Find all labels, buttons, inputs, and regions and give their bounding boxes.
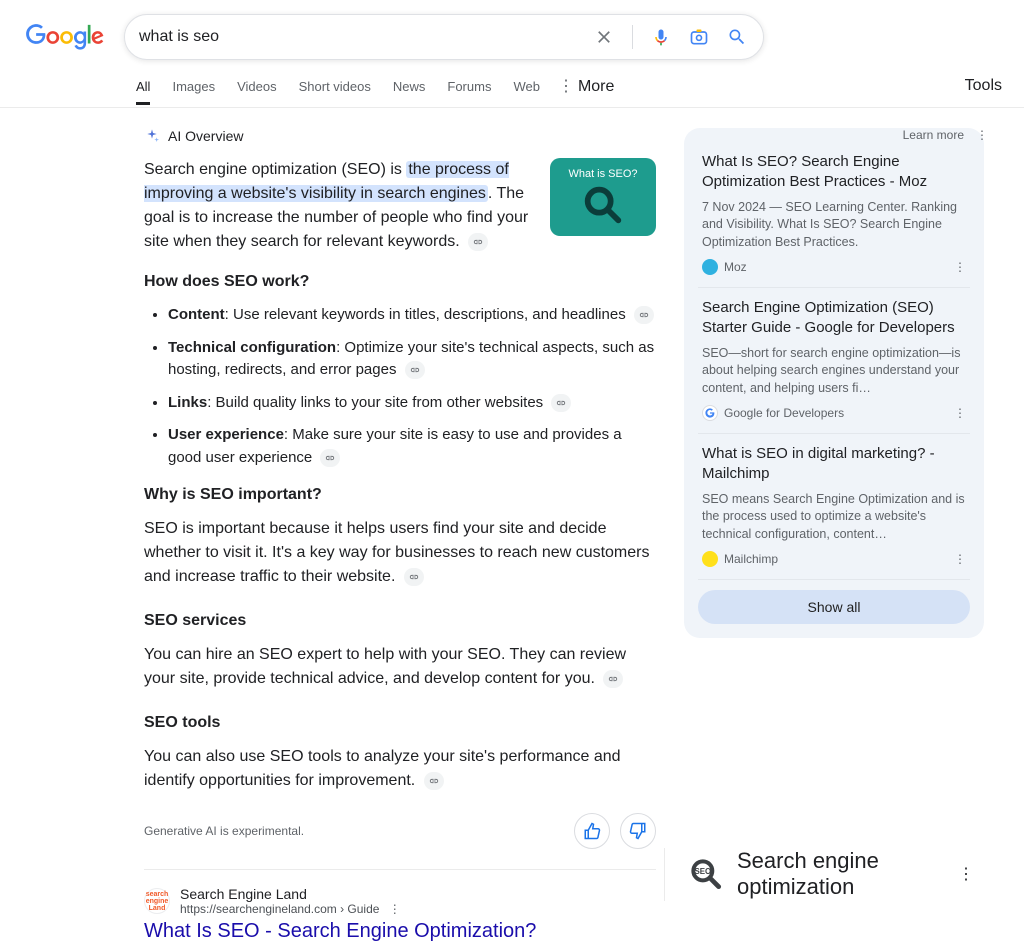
experimental-notice: Generative AI is experimental.: [144, 824, 304, 838]
ai-paragraph: You can also use SEO tools to analyze yo…: [144, 745, 656, 793]
search-icon[interactable]: [725, 25, 749, 49]
ai-overview-label: AI Overview: [168, 128, 243, 144]
citation-link-icon[interactable]: [468, 233, 488, 251]
citation-link-icon[interactable]: [424, 772, 444, 790]
result-site-name: Search Engine Land: [180, 886, 401, 902]
card-source: Google for Developers: [724, 406, 844, 420]
knowledge-panel-icon: SEO: [687, 855, 725, 893]
search-result[interactable]: searchengineLand Search Engine Land http…: [144, 886, 656, 916]
citation-link-icon[interactable]: [404, 568, 424, 586]
search-box[interactable]: [124, 14, 764, 60]
tab-videos[interactable]: Videos: [237, 69, 277, 105]
show-all-button[interactable]: Show all: [698, 590, 970, 624]
tools-button[interactable]: Tools: [965, 67, 1002, 106]
section-title: SEO services: [144, 609, 656, 633]
card-overflow-icon[interactable]: ⋮: [954, 260, 966, 274]
card-overflow-icon[interactable]: ⋮: [954, 406, 966, 420]
card-source: Mailchimp: [724, 552, 778, 566]
citation-link-icon[interactable]: [405, 361, 425, 379]
result-favicon-icon: searchengineLand: [144, 888, 170, 914]
ai-intro-text: Search engine optimization (SEO) is the …: [144, 158, 536, 254]
source-card[interactable]: What Is SEO? Search Engine Optimization …: [698, 142, 970, 288]
citation-link-icon[interactable]: [634, 306, 654, 324]
section-title: Why is SEO important?: [144, 483, 656, 507]
voice-search-icon[interactable]: [649, 25, 673, 49]
section-title: How does SEO work?: [144, 270, 656, 294]
ai-paragraph: You can hire an SEO expert to help with …: [144, 643, 656, 691]
result-title-link[interactable]: What Is SEO - Search Engine Optimization…: [144, 920, 656, 943]
card-snippet: SEO—short for search engine optimization…: [702, 345, 966, 398]
ai-list-item: Technical configuration: Optimize your s…: [168, 337, 656, 382]
card-snippet: SEO means Search Engine Optimization and…: [702, 491, 966, 544]
tab-web[interactable]: Web: [513, 69, 540, 105]
learn-more-link[interactable]: Learn more: [903, 128, 964, 142]
tab-short-videos[interactable]: Short videos: [299, 69, 371, 105]
svg-text:SEO: SEO: [694, 867, 711, 876]
search-tabs: All Images Videos Short videos News Forums Web…: [0, 66, 1024, 108]
ai-paragraph: SEO is important because it helps users …: [144, 517, 656, 589]
ai-list-item: User experience: Make sure your site is …: [168, 424, 656, 469]
card-overflow-icon[interactable]: ⋮: [954, 552, 966, 566]
thumbs-down-button[interactable]: [620, 813, 656, 849]
source-card[interactable]: Search Engine Optimization (SEO) Starter…: [698, 288, 970, 434]
card-snippet: 7 Nov 2024 — SEO Learning Center. Rankin…: [702, 199, 966, 252]
ai-inline-image[interactable]: What is SEO?: [550, 158, 656, 236]
thumbs-up-button[interactable]: [574, 813, 610, 849]
image-search-icon[interactable]: [687, 25, 711, 49]
overflow-icon[interactable]: ⋮: [976, 128, 988, 142]
sparkle-icon: [144, 128, 160, 144]
knowledge-panel-title: Search engine optimization: [737, 848, 946, 901]
result-url: https://searchengineland.com › Guide ⋮: [180, 902, 401, 916]
citation-link-icon[interactable]: [320, 449, 340, 467]
citation-link-icon[interactable]: [551, 394, 571, 412]
ai-list-item: Content: Use relevant keywords in titles…: [168, 304, 656, 327]
tab-forums[interactable]: Forums: [447, 69, 491, 105]
tab-news[interactable]: News: [393, 69, 426, 105]
tab-images[interactable]: Images: [172, 69, 215, 105]
source-card[interactable]: What is SEO in digital marketing? - Mail…: [698, 434, 970, 580]
card-title: Search Engine Optimization (SEO) Starter…: [702, 298, 966, 339]
card-title: What Is SEO? Search Engine Optimization …: [702, 152, 966, 193]
tab-all[interactable]: All: [136, 69, 150, 105]
google-logo[interactable]: [26, 24, 104, 50]
citation-link-icon[interactable]: [603, 670, 623, 688]
more-tab[interactable]: ⋮More: [558, 66, 614, 107]
search-input[interactable]: [139, 28, 592, 46]
section-title: SEO tools: [144, 711, 656, 735]
kp-overflow-icon[interactable]: ⋮: [958, 864, 974, 884]
clear-icon[interactable]: [592, 25, 616, 49]
card-title: What is SEO in digital marketing? - Mail…: [702, 444, 966, 485]
card-source: Moz: [724, 260, 747, 274]
ai-list-item: Links: Build quality links to your site …: [168, 392, 656, 415]
